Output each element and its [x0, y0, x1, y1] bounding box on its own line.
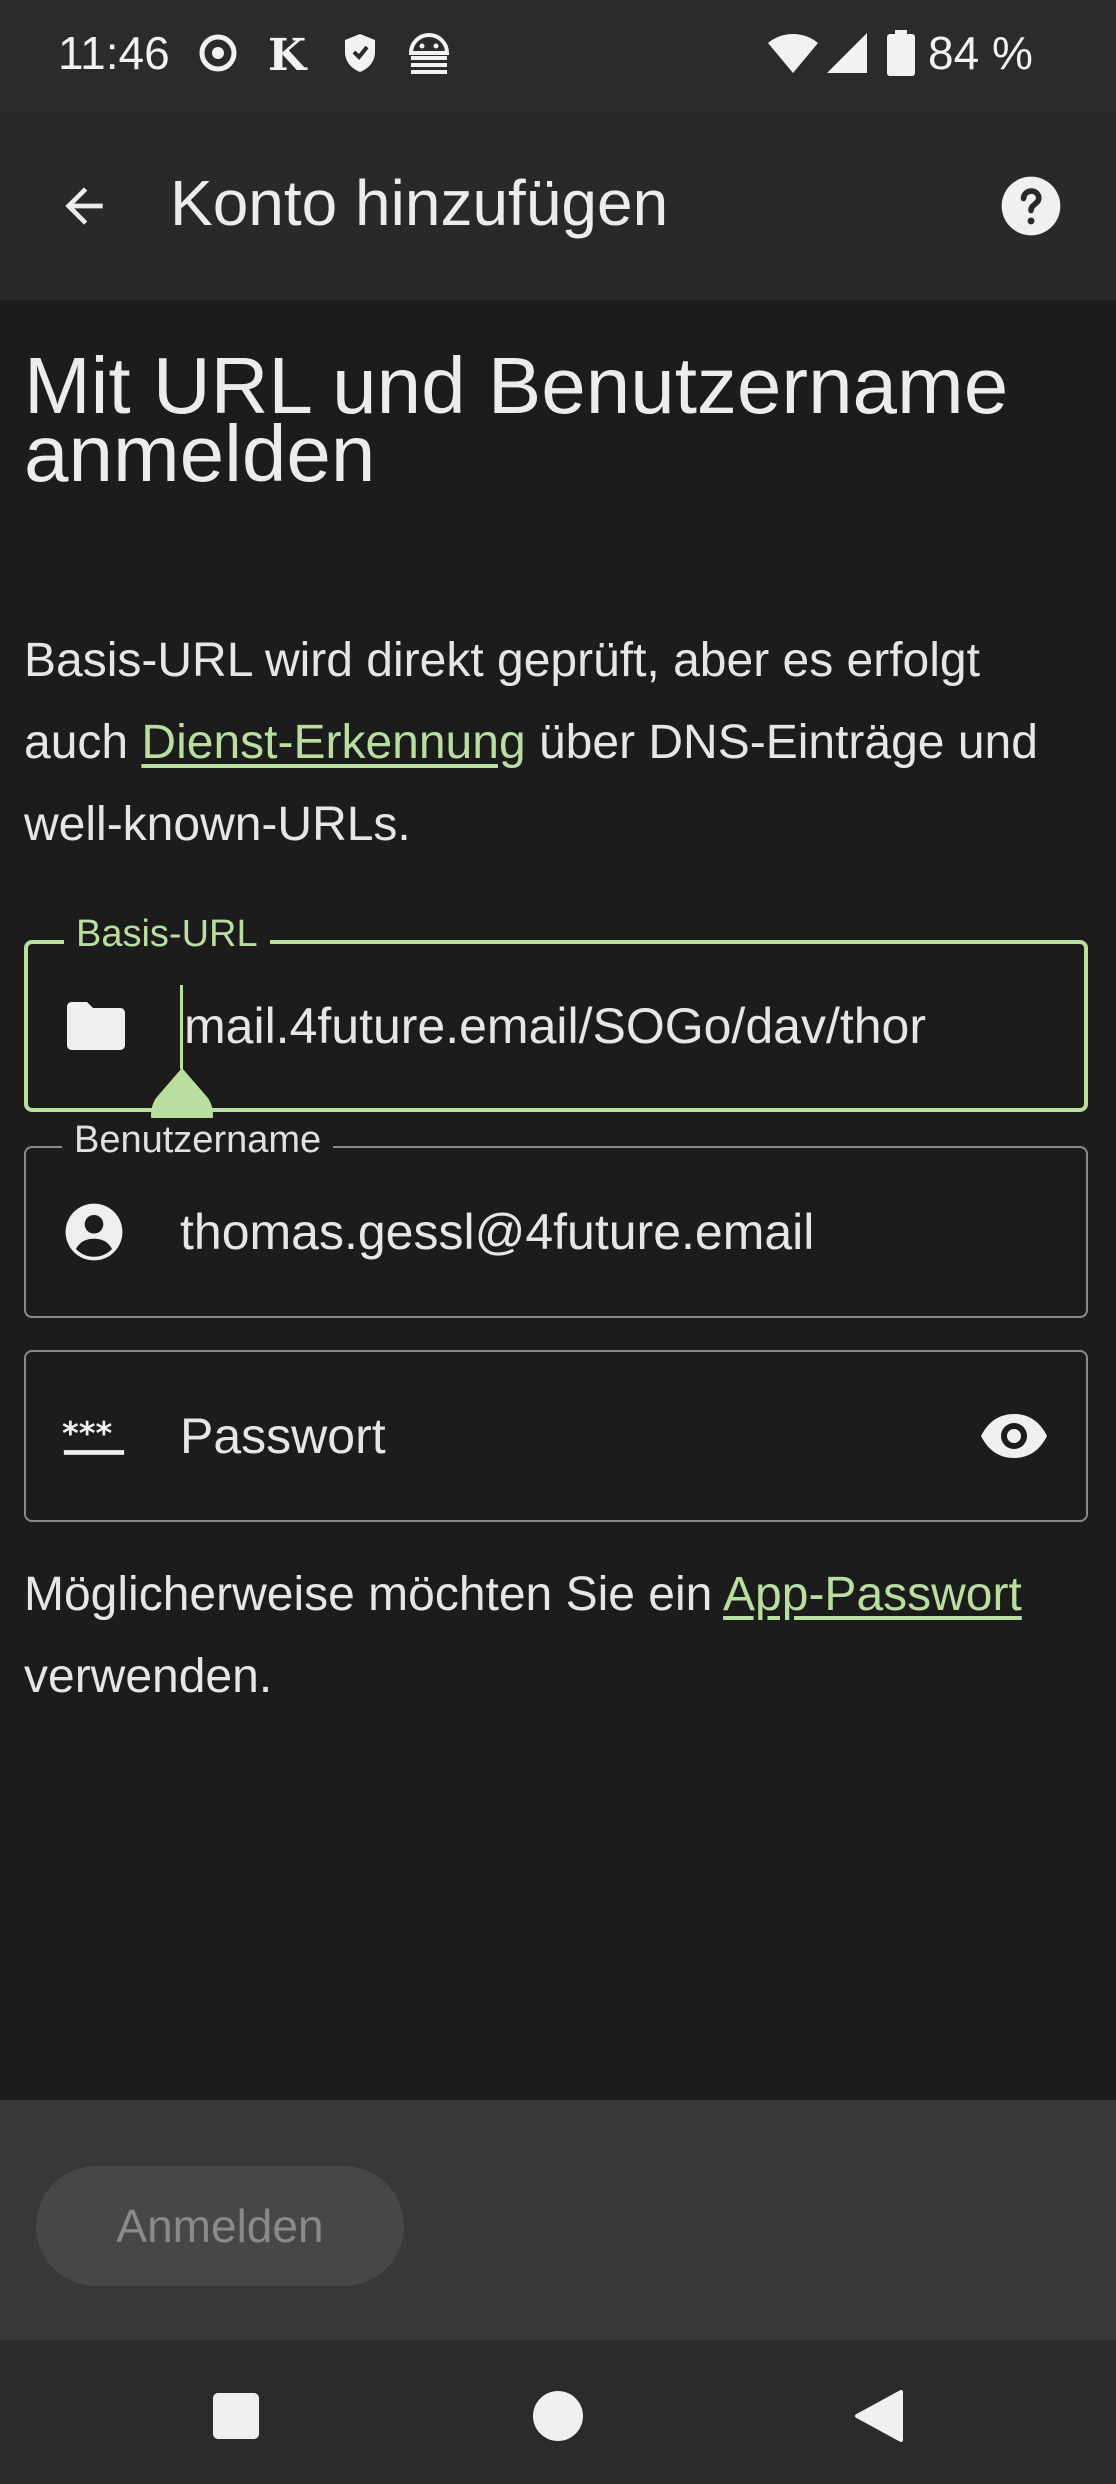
circle-icon	[533, 2391, 583, 2441]
eye-icon	[981, 1414, 1047, 1458]
service-discovery-link[interactable]: Dienst-Erkennung	[141, 716, 525, 769]
home-button[interactable]	[518, 2376, 598, 2456]
folder-icon	[64, 994, 128, 1058]
app-password-link[interactable]: App-Passwort	[723, 1568, 1022, 1621]
square-icon	[213, 2393, 259, 2439]
base-url-label: Basis-URL	[64, 912, 270, 956]
signal-icon	[824, 28, 870, 78]
hint-text-1: Möglicherweise möchten Sie ein	[24, 1568, 724, 1621]
record-icon	[196, 28, 240, 78]
shield-icon	[340, 28, 380, 78]
help-circle-icon	[1001, 176, 1061, 236]
username-field[interactable]: Benutzername thomas.gessl@4future.email	[24, 1118, 1088, 1318]
base-url-input[interactable]: mail.4future.email/SOGo/dav/thor	[184, 997, 1044, 1055]
password-input[interactable]: Passwort	[180, 1407, 956, 1465]
password-field[interactable]: *** Passwort	[24, 1350, 1088, 1522]
battery-percent: 84 %	[928, 27, 1033, 79]
login-button[interactable]: Anmelden	[36, 2166, 404, 2286]
app-title: Konto hinzufügen	[170, 167, 669, 239]
k-letter-icon: K	[262, 28, 312, 78]
username-label: Benutzername	[62, 1118, 334, 1162]
help-button[interactable]	[996, 168, 1066, 244]
hint-text-2: verwenden.	[24, 1650, 273, 1703]
triangle-back-icon	[855, 2390, 903, 2442]
app-password-hint: Möglicherweise möchten Sie ein App-Passw…	[24, 1554, 1084, 1718]
description: Basis-URL wird direkt geprüft, aber es e…	[24, 620, 1084, 866]
recent-apps-button[interactable]	[196, 2376, 276, 2456]
back-button[interactable]	[48, 166, 120, 246]
android-debug-icon	[404, 28, 454, 78]
svg-text:K: K	[268, 30, 308, 76]
back-nav-button[interactable]	[838, 2376, 918, 2456]
toggle-password-visibility-button[interactable]	[978, 1400, 1050, 1472]
account-circle-icon	[62, 1200, 126, 1264]
arrow-left-icon	[65, 187, 103, 225]
username-input[interactable]: thomas.gessl@4future.email	[180, 1203, 1046, 1261]
svg-text:***: ***	[62, 1414, 112, 1452]
password-icon: ***	[62, 1404, 126, 1468]
wifi-icon	[764, 28, 822, 78]
status-time: 11:46	[58, 27, 170, 79]
battery-icon	[884, 28, 918, 78]
text-cursor	[180, 985, 183, 1069]
page-heading: Mit URL und Benutzername anmelden	[24, 341, 1009, 498]
